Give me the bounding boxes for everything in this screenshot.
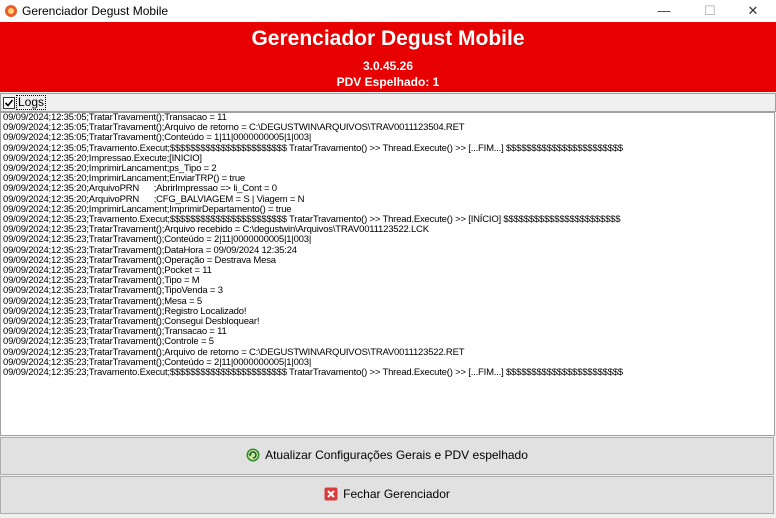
app-icon [5, 5, 17, 17]
log-output[interactable]: 09/09/2024;12:35:05;TratarTravament();Tr… [0, 112, 775, 436]
minimize-button[interactable]: — [641, 0, 687, 22]
header-banner: Gerenciador Degust Mobile 3.0.45.26 PDV … [0, 22, 776, 92]
close-icon [324, 487, 338, 501]
close-window-button[interactable]: ✕ [730, 0, 776, 22]
title-bar: Gerenciador Degust Mobile — ☐ ✕ [0, 0, 776, 22]
maximize-button[interactable]: ☐ [687, 0, 733, 22]
app-title: Gerenciador Degust Mobile [251, 27, 525, 50]
update-config-label: Atualizar Configurações Gerais e PDV esp… [265, 448, 528, 462]
window-title: Gerenciador Degust Mobile [22, 4, 169, 18]
refresh-icon [246, 448, 260, 462]
version-label: 3.0.45.26 [362, 59, 414, 73]
logs-checkbox[interactable] [3, 97, 15, 109]
close-manager-button[interactable]: Fechar Gerenciador [0, 476, 774, 514]
checkmark-icon [4, 99, 14, 107]
pdv-label: PDV Espelhado: 1 [336, 75, 440, 89]
logs-checkbox-label[interactable]: Logs [16, 95, 47, 110]
log-line: 09/09/2024;12:35:23;Travamento.Execut;$$… [3, 367, 623, 379]
logs-toolbar: Logs [0, 93, 776, 112]
update-config-button[interactable]: Atualizar Configurações Gerais e PDV esp… [0, 437, 774, 475]
close-manager-label: Fechar Gerenciador [343, 487, 450, 501]
